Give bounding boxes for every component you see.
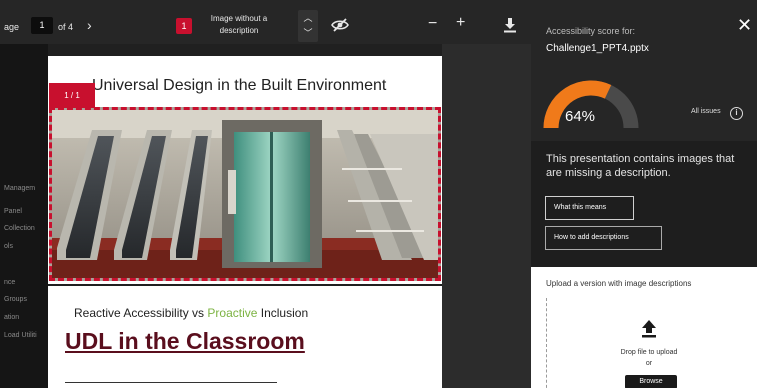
page-number-input[interactable]: 1 (31, 17, 53, 34)
slide-1: Universal Design in the Built Environmen… (48, 56, 442, 284)
subtitle-highlight: Proactive (207, 306, 258, 320)
escalator-photo (52, 110, 438, 278)
close-icon[interactable]: ✕ (737, 16, 752, 34)
what-this-means-button[interactable]: What this means (545, 196, 634, 220)
subtitle-part: Reactive Accessibility vs (74, 306, 208, 320)
sidebar: Managem Panel Collection ols nce Groups … (0, 44, 48, 388)
eye-slash-icon[interactable] (331, 17, 349, 33)
image-issue-tag: 1 / 1 (49, 83, 95, 108)
sidebar-item[interactable]: Managem (4, 185, 35, 192)
upload-section: Upload a version with image descriptions… (531, 267, 757, 388)
info-icon[interactable]: i (730, 107, 743, 120)
issue-navigation: ︿ ﹀ (298, 10, 318, 42)
drop-instructions: Drop file to upload or (599, 347, 699, 369)
slide-heading: UDL in the Classroom (65, 328, 305, 354)
slide-subtitle: Reactive Accessibility vs Proactive Incl… (74, 306, 308, 320)
subtitle-part: Inclusion (257, 306, 309, 320)
chevron-down-icon[interactable]: ﹀ (298, 27, 318, 39)
upload-icon (642, 320, 656, 338)
sidebar-item[interactable]: Load Utiliti (4, 332, 37, 339)
upload-title: Upload a version with image descriptions (546, 279, 692, 288)
sidebar-item[interactable]: nce (4, 279, 15, 286)
document-gutter (442, 44, 531, 388)
issue-description: Image without a description (210, 14, 268, 35)
how-to-add-descriptions-button[interactable]: How to add descriptions (545, 226, 662, 250)
sidebar-item[interactable]: Groups (4, 296, 27, 303)
chevron-right-icon[interactable]: › (87, 17, 92, 33)
divider (65, 382, 277, 383)
slide-2: Reactive Accessibility vs Proactive Incl… (48, 286, 442, 388)
chevron-up-icon[interactable]: ︿ (298, 12, 318, 24)
issue-message: This presentation contains images that a… (546, 153, 735, 179)
page-count: of 4 (58, 22, 74, 32)
slide-title: Universal Design in the Built Environmen… (92, 77, 387, 94)
file-name: Challenge1_PPT4.pptx (546, 43, 649, 54)
all-issues-link[interactable]: All issues (691, 108, 721, 115)
browse-button[interactable]: Browse (625, 375, 677, 388)
drop-text: Drop file to upload (620, 349, 678, 356)
sidebar-item[interactable]: Collection (4, 225, 35, 232)
flagged-image[interactable] (49, 107, 441, 281)
score-title: Accessibility score for: (546, 26, 636, 36)
viewer-toolbar: age 1 of 4 › 1 Image without a descripti… (0, 0, 531, 44)
drop-text-or: or (645, 360, 653, 367)
zoom-out-button[interactable]: − (428, 15, 437, 33)
sidebar-item[interactable]: ation (4, 314, 19, 321)
issue-count-badge: 1 (176, 18, 192, 34)
page-label: age (4, 22, 20, 32)
download-icon[interactable] (503, 17, 517, 33)
score-value: 64% (565, 108, 596, 125)
accessibility-panel: Accessibility score for: ✕ Challenge1_PP… (531, 0, 757, 388)
zoom-in-button[interactable]: + (456, 14, 465, 32)
sidebar-item[interactable]: Panel (4, 208, 22, 215)
sidebar-item[interactable]: ols (4, 243, 13, 250)
